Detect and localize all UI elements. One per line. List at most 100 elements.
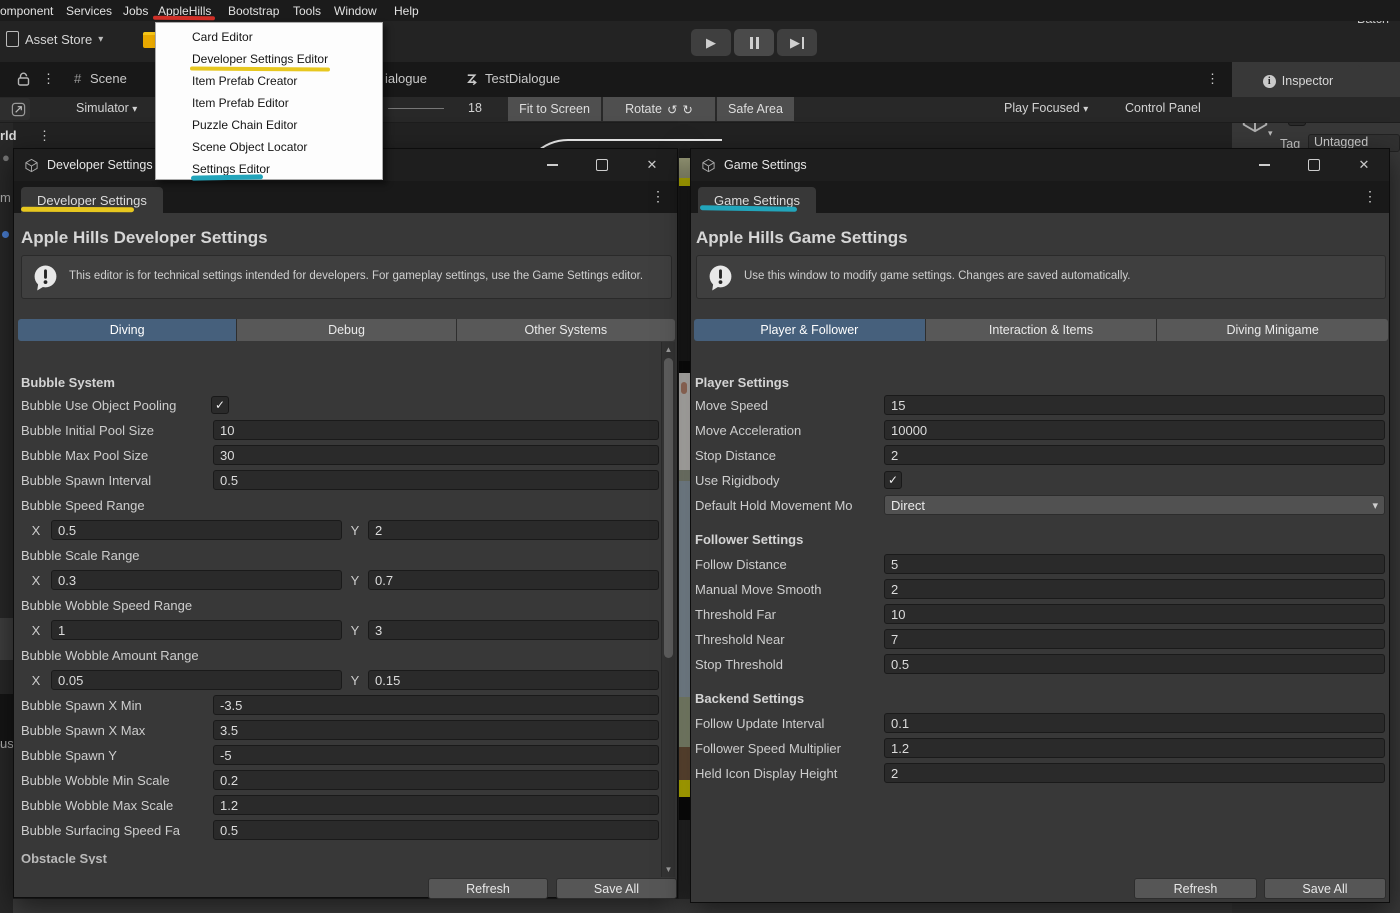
game-save-all-button[interactable]: Save All (1264, 878, 1386, 899)
bubble-spawn-interval-field[interactable]: 0.5 (213, 470, 659, 490)
bubble-scale-range-x-field[interactable]: 0.3 (51, 570, 342, 590)
bubble-surfacing-speed-field[interactable]: 0.5 (213, 820, 659, 840)
scroll-up-icon[interactable]: ▲ (662, 345, 675, 354)
tab-other-systems[interactable]: Other Systems (457, 319, 675, 341)
play-focused-dropdown[interactable]: Play Focused ▾ (1004, 101, 1088, 115)
asset-store-button[interactable]: Asset Store ▾ (6, 31, 103, 47)
manual-move-smooth-field[interactable]: 2 (884, 579, 1385, 599)
game-window-titlebar[interactable]: Game Settings ✕ (691, 149, 1389, 181)
maximize-button[interactable] (577, 149, 627, 181)
bubble-spawn-x-max-field[interactable]: 3.5 (213, 720, 659, 740)
check-icon: ✓ (888, 474, 898, 486)
hold-movement-dropdown[interactable]: Direct ▾ (884, 495, 1385, 515)
game-section-tabs: Player & Follower Interaction & Items Di… (694, 319, 1388, 341)
maximize-button[interactable] (1289, 149, 1339, 181)
bubble-max-pool-field[interactable]: 30 (213, 445, 659, 465)
field-label: Stop Threshold (695, 657, 884, 672)
bubble-wobble-speed-x-field[interactable]: 1 (51, 620, 342, 640)
tab-dialogue-partial[interactable]: ialogue (385, 71, 427, 86)
bubble-speed-range-y-field[interactable]: 2 (368, 520, 659, 540)
follow-update-interval-field[interactable]: 0.1 (884, 713, 1385, 733)
menu-item-scene-object-locator[interactable]: Scene Object Locator (156, 136, 382, 158)
close-button[interactable]: ✕ (627, 149, 677, 181)
simulator-dropdown[interactable]: Simulator ▾ (76, 101, 137, 115)
play-button[interactable]: ▶ (691, 29, 731, 56)
kebab-menu-icon[interactable]: ⋮ (38, 128, 51, 144)
tab-interaction-items[interactable]: Interaction & Items (926, 319, 1158, 341)
safe-area-button[interactable]: Safe Area (717, 97, 794, 121)
scale-value[interactable]: 18 (468, 101, 482, 115)
move-speed-field[interactable]: 15 (884, 395, 1385, 415)
scrollbar[interactable]: ▲ ▼ (661, 342, 675, 877)
dev-refresh-button[interactable]: Refresh (428, 878, 548, 899)
check-icon: ✓ (215, 399, 225, 411)
hierarchy-fragment-m: m (0, 190, 11, 205)
tab-inspector[interactable]: i Inspector (1234, 65, 1362, 97)
dev-save-all-button[interactable]: Save All (556, 878, 677, 899)
kebab-menu-icon[interactable]: ⋮ (1363, 188, 1377, 205)
bubble-scale-range-y-field[interactable]: 0.7 (368, 570, 659, 590)
minimize-button[interactable] (527, 149, 577, 181)
fit-to-screen-button[interactable]: Fit to Screen (508, 97, 601, 121)
rotate-cw-icon[interactable]: ↻ (682, 102, 692, 117)
threshold-far-field[interactable]: 10 (884, 604, 1385, 624)
bubble-wobble-amount-x-field[interactable]: 0.05 (51, 670, 342, 690)
tab-diving-minigame[interactable]: Diving Minigame (1157, 319, 1388, 341)
field-row: Stop Distance 2 (695, 445, 1385, 465)
use-rigidbody-checkbox[interactable]: ✓ (884, 471, 902, 489)
tab-debug[interactable]: Debug (237, 319, 456, 341)
menu-item-item-prefab-editor[interactable]: Item Prefab Editor (156, 92, 382, 114)
step-button[interactable]: ▶ (777, 29, 817, 56)
stop-distance-field[interactable]: 2 (884, 445, 1385, 465)
minimize-button[interactable] (1239, 149, 1289, 181)
menu-help[interactable]: Help (394, 0, 419, 21)
close-button[interactable]: ✕ (1339, 149, 1389, 181)
menu-bootstrap[interactable]: Bootstrap (228, 0, 279, 21)
tab-player-follower[interactable]: Player & Follower (694, 319, 926, 341)
rotate-button[interactable]: Rotate ↺ ↻ (603, 97, 715, 121)
menu-item-card-editor[interactable]: Card Editor (156, 26, 382, 48)
bubble-wobble-max-scale-field[interactable]: 1.2 (213, 795, 659, 815)
tab-test-dialogue[interactable]: TestDialogue (485, 71, 560, 86)
kebab-menu-icon[interactable]: ⋮ (1206, 71, 1219, 87)
menu-item-item-prefab-creator[interactable]: Item Prefab Creator (156, 70, 382, 92)
menu-component[interactable]: omponent (0, 0, 53, 21)
bubble-wobble-speed-y-field[interactable]: 3 (368, 620, 659, 640)
bubble-initial-pool-field[interactable]: 10 (213, 420, 659, 440)
menu-window[interactable]: Window (334, 0, 377, 21)
field-label: Default Hold Movement Mo (695, 498, 884, 513)
menu-item-settings-editor[interactable]: Settings Editor (156, 158, 382, 180)
game-refresh-button[interactable]: Refresh (1134, 878, 1257, 899)
stop-threshold-field[interactable]: 0.5 (884, 654, 1385, 674)
pause-button[interactable] (734, 29, 774, 56)
tab-diving[interactable]: Diving (18, 319, 237, 341)
kebab-menu-icon[interactable]: ⋮ (651, 188, 665, 205)
tab-scene[interactable]: Scene (90, 71, 127, 86)
chevron-down-icon[interactable]: ▾ (1268, 128, 1273, 139)
rotate-ccw-icon[interactable]: ↺ (667, 102, 677, 117)
move-acceleration-field[interactable]: 10000 (884, 420, 1385, 440)
bubble-spawn-y-field[interactable]: -5 (213, 745, 659, 765)
scale-slider[interactable] (388, 108, 444, 109)
menu-item-puzzle-chain-editor[interactable]: Puzzle Chain Editor (156, 114, 382, 136)
bubble-wobble-min-scale-field[interactable]: 0.2 (213, 770, 659, 790)
bubble-wobble-amount-y-field[interactable]: 0.15 (368, 670, 659, 690)
scrollbar-thumb[interactable] (664, 358, 673, 658)
kebab-menu-icon[interactable]: ⋮ (42, 71, 55, 87)
control-panel-button[interactable]: Control Panel (1125, 101, 1201, 115)
lock-icon[interactable] (17, 72, 30, 86)
held-icon-display-height-field[interactable]: 2 (884, 763, 1385, 783)
threshold-near-field[interactable]: 7 (884, 629, 1385, 649)
scroll-down-icon[interactable]: ▼ (662, 865, 675, 874)
gap-strip (681, 382, 687, 394)
menu-tools[interactable]: Tools (293, 0, 321, 21)
follow-distance-field[interactable]: 5 (884, 554, 1385, 574)
bubble-spawn-x-min-field[interactable]: -3.5 (213, 695, 659, 715)
follower-speed-multiplier-field[interactable]: 1.2 (884, 738, 1385, 758)
search-field-sliver[interactable] (0, 98, 30, 120)
bubble-pooling-checkbox[interactable]: ✓ (211, 396, 229, 414)
picker-icon[interactable] (11, 102, 26, 117)
menu-jobs[interactable]: Jobs (123, 0, 148, 21)
bubble-speed-range-x-field[interactable]: 0.5 (51, 520, 342, 540)
menu-services[interactable]: Services (66, 0, 112, 21)
